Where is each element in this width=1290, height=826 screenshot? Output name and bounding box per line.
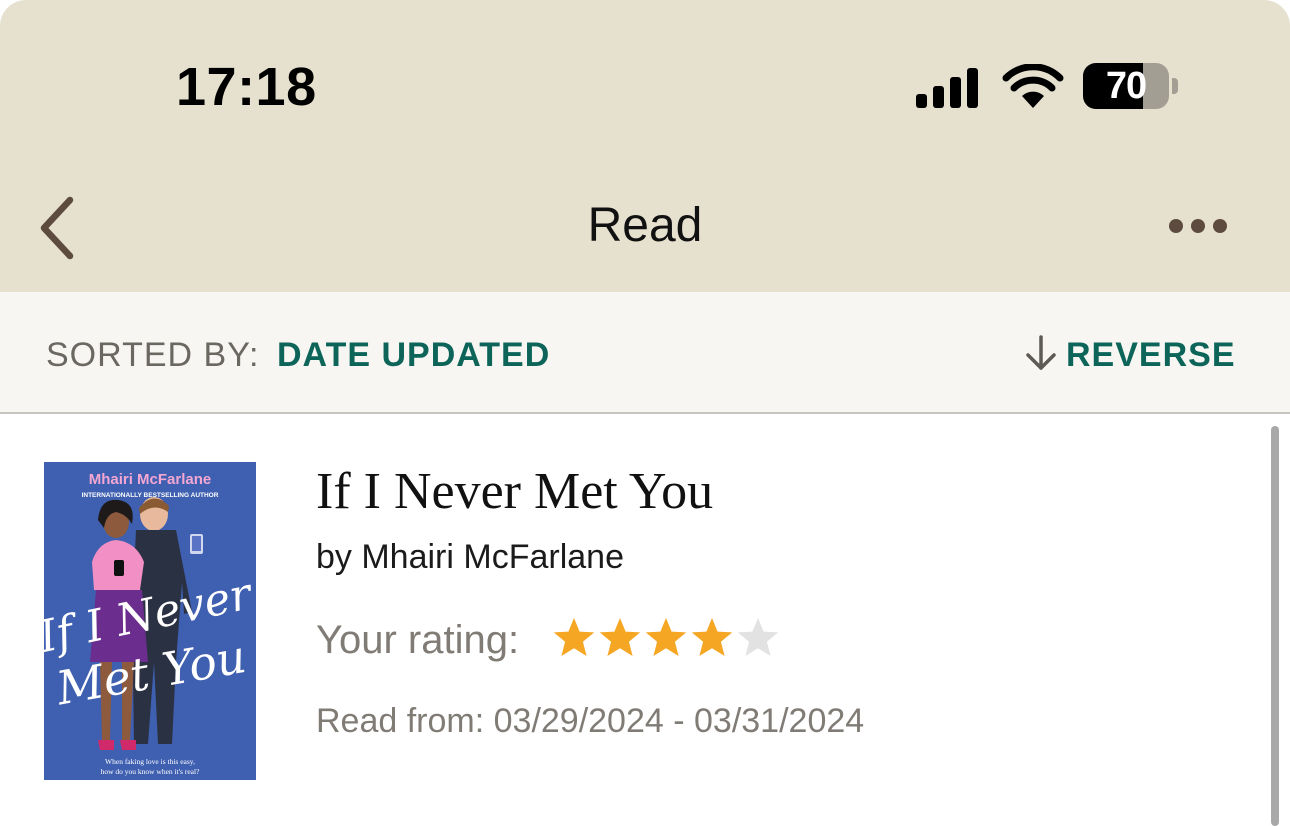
- star-filled-icon[interactable]: [690, 616, 734, 660]
- battery-level: 70: [1105, 65, 1147, 107]
- book-list: Mhairi McFarlane INTERNATIONALLY BESTSEL…: [0, 414, 1290, 826]
- reverse-label: REVERSE: [1066, 336, 1236, 374]
- star-rating[interactable]: [552, 616, 792, 662]
- page-title: Read: [587, 199, 703, 252]
- book-title[interactable]: If I Never Met You: [316, 462, 713, 521]
- ellipsis-icon: [1169, 219, 1227, 233]
- scrollbar[interactable]: [1271, 426, 1279, 826]
- sort-bar: SORTED BY: DATE UPDATED REVERSE: [0, 292, 1290, 414]
- svg-text:how do you know when it's real: how do you know when it's real?: [101, 767, 201, 776]
- header-area: 17:18 70 Read: [0, 0, 1290, 292]
- sort-label: SORTED BY:: [46, 336, 260, 374]
- sort-option-button[interactable]: DATE UPDATED: [277, 336, 550, 375]
- svg-text:When faking love is this easy,: When faking love is this easy,: [105, 757, 195, 766]
- status-time: 17:18: [176, 57, 317, 117]
- nav-bar: Read: [0, 170, 1290, 292]
- book-author[interactable]: by Mhairi McFarlane: [316, 538, 624, 577]
- status-bar: 17:18 70: [0, 0, 1290, 170]
- svg-text:Mhairi McFarlane: Mhairi McFarlane: [89, 471, 212, 488]
- read-dates: Read from: 03/29/2024 - 03/31/2024: [316, 702, 865, 740]
- more-options-button[interactable]: [1158, 208, 1238, 244]
- book-list-item[interactable]: Mhairi McFarlane INTERNATIONALLY BESTSEL…: [0, 414, 1260, 812]
- signal-icon: [916, 68, 978, 108]
- star-filled-icon[interactable]: [598, 616, 642, 660]
- star-filled-icon[interactable]: [552, 616, 596, 660]
- wifi-icon: [1002, 64, 1064, 108]
- rating-label: Your rating:: [316, 618, 520, 662]
- battery-icon: 70: [1083, 63, 1179, 111]
- star-filled-icon[interactable]: [644, 616, 688, 660]
- arrow-down-icon: [1026, 335, 1056, 370]
- star-empty-icon[interactable]: [736, 616, 780, 660]
- book-cover[interactable]: Mhairi McFarlane INTERNATIONALLY BESTSEL…: [44, 462, 256, 780]
